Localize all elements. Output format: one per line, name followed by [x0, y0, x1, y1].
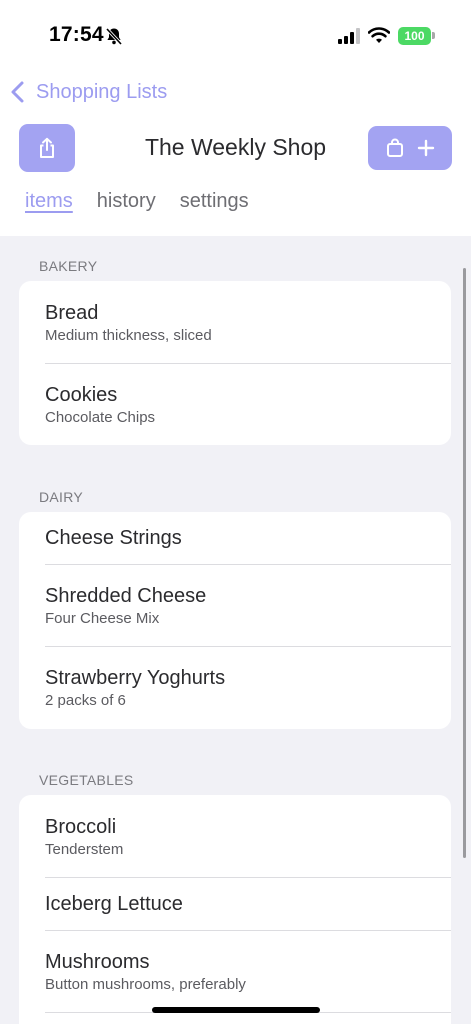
list-item[interactable]: Iceberg Lettuce	[19, 877, 451, 930]
tab-bar: items history settings	[25, 190, 249, 213]
tab-items[interactable]: items	[25, 190, 73, 213]
back-button[interactable]: Shopping Lists	[8, 76, 167, 108]
item-title: Cookies	[45, 384, 118, 406]
section-card-dairy: Cheese Strings Shredded Cheese Four Chee…	[19, 512, 451, 729]
list-item[interactable]: Cookies Chocolate Chips	[19, 363, 451, 445]
item-title: Mushrooms	[45, 951, 150, 973]
item-subtitle: 2 packs of 6	[45, 692, 126, 709]
plus-icon	[417, 139, 434, 157]
section-card-vegetables: Broccoli Tenderstem Iceberg Lettuce Mush…	[19, 795, 451, 1024]
section-header-vegetables: VEGETABLES	[39, 772, 134, 788]
add-item-button[interactable]	[368, 126, 452, 170]
chevron-left-icon	[11, 81, 24, 103]
item-title: Iceberg Lettuce	[45, 893, 183, 915]
item-subtitle: Chocolate Chips	[45, 409, 156, 426]
tab-settings[interactable]: settings	[180, 190, 249, 213]
cellular-signal-icon	[338, 28, 360, 44]
list-item[interactable]: Broccoli Tenderstem	[19, 795, 451, 877]
list-item[interactable]: Strawberry Yoghurts 2 packs of 6	[19, 646, 451, 729]
bell-muted-icon	[105, 27, 123, 46]
list-item[interactable]: Shredded Cheese Four Cheese Mix	[19, 564, 451, 646]
list-item[interactable]: Cheese Strings	[19, 512, 451, 564]
battery-indicator: 100	[398, 27, 431, 45]
shopping-bag-icon	[386, 138, 403, 157]
item-title: Strawberry Yoghurts	[45, 667, 226, 689]
list-item[interactable]: Mushrooms Button mushrooms, preferably	[19, 930, 451, 1012]
section-header-dairy: DAIRY	[39, 489, 84, 505]
item-title: Cheese Strings	[45, 527, 182, 549]
status-bar: 17:54 100	[0, 0, 471, 70]
battery-cap	[432, 32, 435, 39]
item-subtitle: Medium thickness, sliced	[45, 327, 212, 344]
section-card-bakery: Bread Medium thickness, sliced Cookies C…	[19, 281, 451, 445]
scrollbar[interactable]	[463, 268, 466, 858]
tab-history[interactable]: history	[97, 190, 156, 213]
section-header-bakery: BAKERY	[39, 258, 98, 274]
home-indicator	[152, 1007, 320, 1013]
item-subtitle: Four Cheese Mix	[45, 610, 160, 627]
list-item[interactable]: Bread Medium thickness, sliced	[19, 281, 451, 363]
status-time: 17:54	[49, 23, 104, 46]
item-title: Bread	[45, 302, 99, 324]
item-subtitle: Tenderstem	[45, 841, 124, 858]
list-item-partial[interactable]	[19, 1012, 451, 1024]
item-subtitle: Button mushrooms, preferably	[45, 976, 246, 993]
header-area: 17:54 100 Shopping Lists The Weekly Shop…	[0, 0, 471, 236]
item-title: Broccoli	[45, 816, 117, 838]
wifi-icon	[368, 27, 390, 43]
item-title: Shredded Cheese	[45, 585, 207, 607]
back-button-label: Shopping Lists	[36, 80, 168, 103]
